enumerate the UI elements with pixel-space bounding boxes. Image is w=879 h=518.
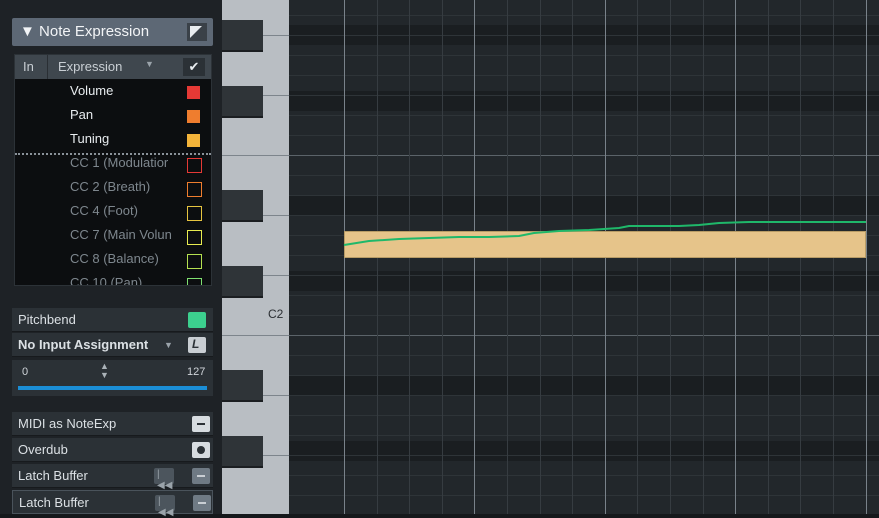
record-dot-icon[interactable] xyxy=(192,442,210,458)
midi-as-noteexp-label: MIDI as NoteExp xyxy=(18,416,117,431)
range-max[interactable]: 127 xyxy=(187,366,205,378)
expression-color-swatch[interactable] xyxy=(187,278,202,285)
latch-buffer-label: Latch Buffer xyxy=(18,468,88,483)
expression-color-swatch[interactable] xyxy=(187,206,202,221)
pitchbend-color-swatch[interactable] xyxy=(188,312,206,328)
expression-row[interactable]: CC 7 (Main Volun xyxy=(15,223,211,247)
minus-icon[interactable] xyxy=(192,468,210,484)
latch-buffer-row[interactable]: Latch Buffer |◀◀ xyxy=(12,464,213,491)
expression-row[interactable]: Volume xyxy=(15,79,211,103)
expression-row[interactable]: CC 2 (Breath) xyxy=(15,175,211,199)
expression-list-header: In Expression ▼ ✔ xyxy=(15,55,211,79)
expression-color-swatch[interactable] xyxy=(187,110,200,123)
range-stepper[interactable]: 0 ▲ ▼ 127 xyxy=(12,360,213,396)
column-expression[interactable]: Expression xyxy=(58,59,122,74)
rewind-icon[interactable]: |◀◀ xyxy=(154,468,174,491)
white-key-divider xyxy=(222,335,289,336)
overdub-row[interactable]: Overdub xyxy=(12,438,213,462)
pitchbend-row[interactable]: Pitchbend xyxy=(12,308,213,332)
section-title: ▼ Note Expression xyxy=(20,23,150,40)
expression-label: CC 4 (Foot) xyxy=(70,203,138,218)
input-assignment-label: No Input Assignment xyxy=(18,337,149,352)
column-in[interactable]: In xyxy=(23,59,34,74)
expression-label: CC 1 (Modulatior xyxy=(70,155,169,170)
minus-icon[interactable] xyxy=(192,416,210,432)
expression-color-swatch[interactable] xyxy=(187,230,202,245)
expression-list: In Expression ▼ ✔ Volume Pan Tuning CC 1 (M… xyxy=(14,54,212,286)
black-key[interactable] xyxy=(222,436,263,468)
black-key[interactable] xyxy=(222,86,263,118)
expression-curve-layer xyxy=(343,221,866,246)
input-assignment-row[interactable]: No Input Assignment ▼ L xyxy=(12,333,213,357)
spin-arrows-icon[interactable]: ▲ ▼ xyxy=(100,362,109,380)
range-bar[interactable] xyxy=(18,386,207,390)
latch-buffer-row-2[interactable]: Latch Buffer |◀◀ xyxy=(12,490,213,518)
sort-arrow-icon[interactable]: ▼ xyxy=(145,59,154,69)
dropdown-arrow-icon[interactable]: ▼ xyxy=(164,340,173,350)
midi-as-noteexp-row[interactable]: MIDI as NoteExp xyxy=(12,412,213,436)
white-key-divider xyxy=(222,155,289,156)
piano-keyboard[interactable]: C2 xyxy=(222,0,289,514)
divider xyxy=(15,153,211,155)
expression-label: Pan xyxy=(70,107,94,122)
expression-color-swatch[interactable] xyxy=(187,182,202,197)
black-key[interactable] xyxy=(222,20,263,52)
learn-icon[interactable]: L xyxy=(188,337,206,353)
note-editor-grid[interactable] xyxy=(289,0,879,514)
expression-label: CC 8 (Balance) xyxy=(70,251,159,266)
column-divider xyxy=(47,55,48,79)
range-min[interactable]: 0 xyxy=(22,366,28,378)
expression-label: Volume xyxy=(70,83,114,98)
tuning-expression-curve[interactable] xyxy=(343,221,866,246)
expression-row[interactable]: CC 4 (Foot) xyxy=(15,199,211,223)
note-expression-header[interactable]: ▼ Note Expression xyxy=(12,18,213,46)
rewind-icon[interactable]: |◀◀ xyxy=(155,495,175,518)
expression-color-swatch[interactable] xyxy=(187,134,200,147)
expression-label: CC 7 (Main Volun xyxy=(70,227,172,242)
expression-row[interactable]: CC 10 (Pan) xyxy=(15,271,211,286)
expression-color-swatch[interactable] xyxy=(187,254,202,269)
expression-color-swatch[interactable] xyxy=(187,158,202,173)
expression-label: Tuning xyxy=(70,131,110,146)
detach-icon[interactable] xyxy=(187,23,207,41)
pitchbend-label: Pitchbend xyxy=(18,312,76,327)
overdub-label: Overdub xyxy=(18,442,68,457)
expression-color-swatch[interactable] xyxy=(187,86,200,99)
expression-row[interactable]: CC 8 (Balance) xyxy=(15,247,211,271)
black-key[interactable] xyxy=(222,370,263,402)
latch-buffer-label-2: Latch Buffer xyxy=(19,495,89,510)
expression-label: CC 10 (Pan) xyxy=(70,275,143,286)
expression-row[interactable]: Pan xyxy=(15,103,211,127)
expression-label: CC 2 (Breath) xyxy=(70,179,151,194)
black-key[interactable] xyxy=(222,266,263,298)
minus-icon[interactable] xyxy=(193,495,211,511)
black-key[interactable] xyxy=(222,190,263,222)
checkmark-icon[interactable]: ✔ xyxy=(183,58,205,76)
inspector-panel: ▼ Note Expression In Expression ▼ ✔ Volu… xyxy=(0,0,222,518)
section-title-text: Note Expression xyxy=(39,23,150,40)
octave-label-c2: C2 xyxy=(268,307,284,321)
expression-row[interactable]: Tuning xyxy=(15,127,211,151)
